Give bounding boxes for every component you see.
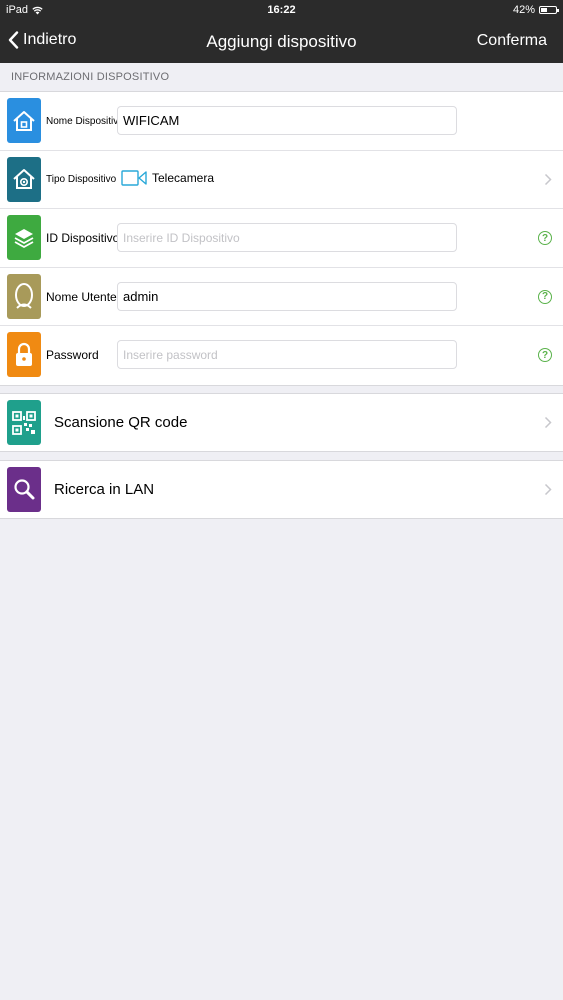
password-row: Password ? [0, 326, 563, 385]
device-type-select[interactable]: Telecamera [121, 169, 215, 186]
confirm-button[interactable]: Conferma [477, 32, 547, 50]
back-label: Indietro [23, 31, 77, 48]
help-icon[interactable]: ? [538, 289, 552, 304]
lock-icon [7, 332, 41, 377]
device-type-row[interactable]: Tipo Dispositivo Telecamera [0, 151, 563, 209]
device-name-label: Nome Dispositivo [46, 115, 124, 127]
chevron-right-icon [544, 483, 552, 496]
qr-code-icon [7, 400, 41, 445]
battery-icon [539, 6, 559, 14]
battery-percent: 42% [512, 4, 535, 16]
status-right: 42% [512, 4, 559, 16]
device-info-group: Nome Dispositivo Tipo Dispositivo Teleca… [0, 91, 563, 386]
help-icon[interactable]: ? [538, 231, 552, 245]
chevron-left-icon [8, 31, 19, 49]
device-id-row: ID Dispositivo ? [0, 209, 563, 268]
device-name-input[interactable] [117, 106, 457, 135]
device-id-input[interactable] [117, 223, 457, 252]
username-label: Nome Utente [46, 289, 117, 304]
home-camera-icon [7, 156, 41, 202]
lan-search-row[interactable]: Ricerca in LAN [0, 461, 563, 518]
clock: 16:22 [267, 4, 296, 16]
layers-icon [7, 215, 41, 260]
lan-group: Ricerca in LAN [0, 460, 563, 519]
qr-group: Scansione QR code [0, 393, 563, 452]
device-id-label: ID Dispositivo [46, 231, 120, 245]
chevron-right-icon [544, 173, 552, 185]
nav-bar: Indietro Aggiungi dispositivo Conferma [0, 20, 563, 63]
device-type-label: Tipo Dispositivo [46, 174, 117, 185]
search-icon [7, 467, 41, 512]
device-name-row: Nome Dispositivo [0, 92, 563, 151]
qr-scan-row[interactable]: Scansione QR code [0, 394, 563, 451]
lan-search-label: Ricerca in LAN [54, 481, 155, 498]
home-icon [7, 98, 41, 143]
status-bar: iPad 16:22 42% [0, 0, 563, 20]
back-button[interactable]: Indietro [8, 31, 76, 49]
section-header: INFORMAZIONI DISPOSITIVO [11, 71, 170, 83]
password-label: Password [46, 348, 99, 362]
qr-scan-label: Scansione QR code [54, 414, 188, 431]
person-icon [7, 273, 41, 319]
camera-icon [121, 169, 147, 186]
username-row: Nome Utente ? [0, 268, 563, 326]
help-icon[interactable]: ? [538, 348, 552, 362]
device-type-value: Telecamera [152, 170, 215, 185]
password-input[interactable] [117, 340, 457, 369]
username-input[interactable] [117, 281, 457, 311]
chevron-right-icon [544, 416, 552, 429]
